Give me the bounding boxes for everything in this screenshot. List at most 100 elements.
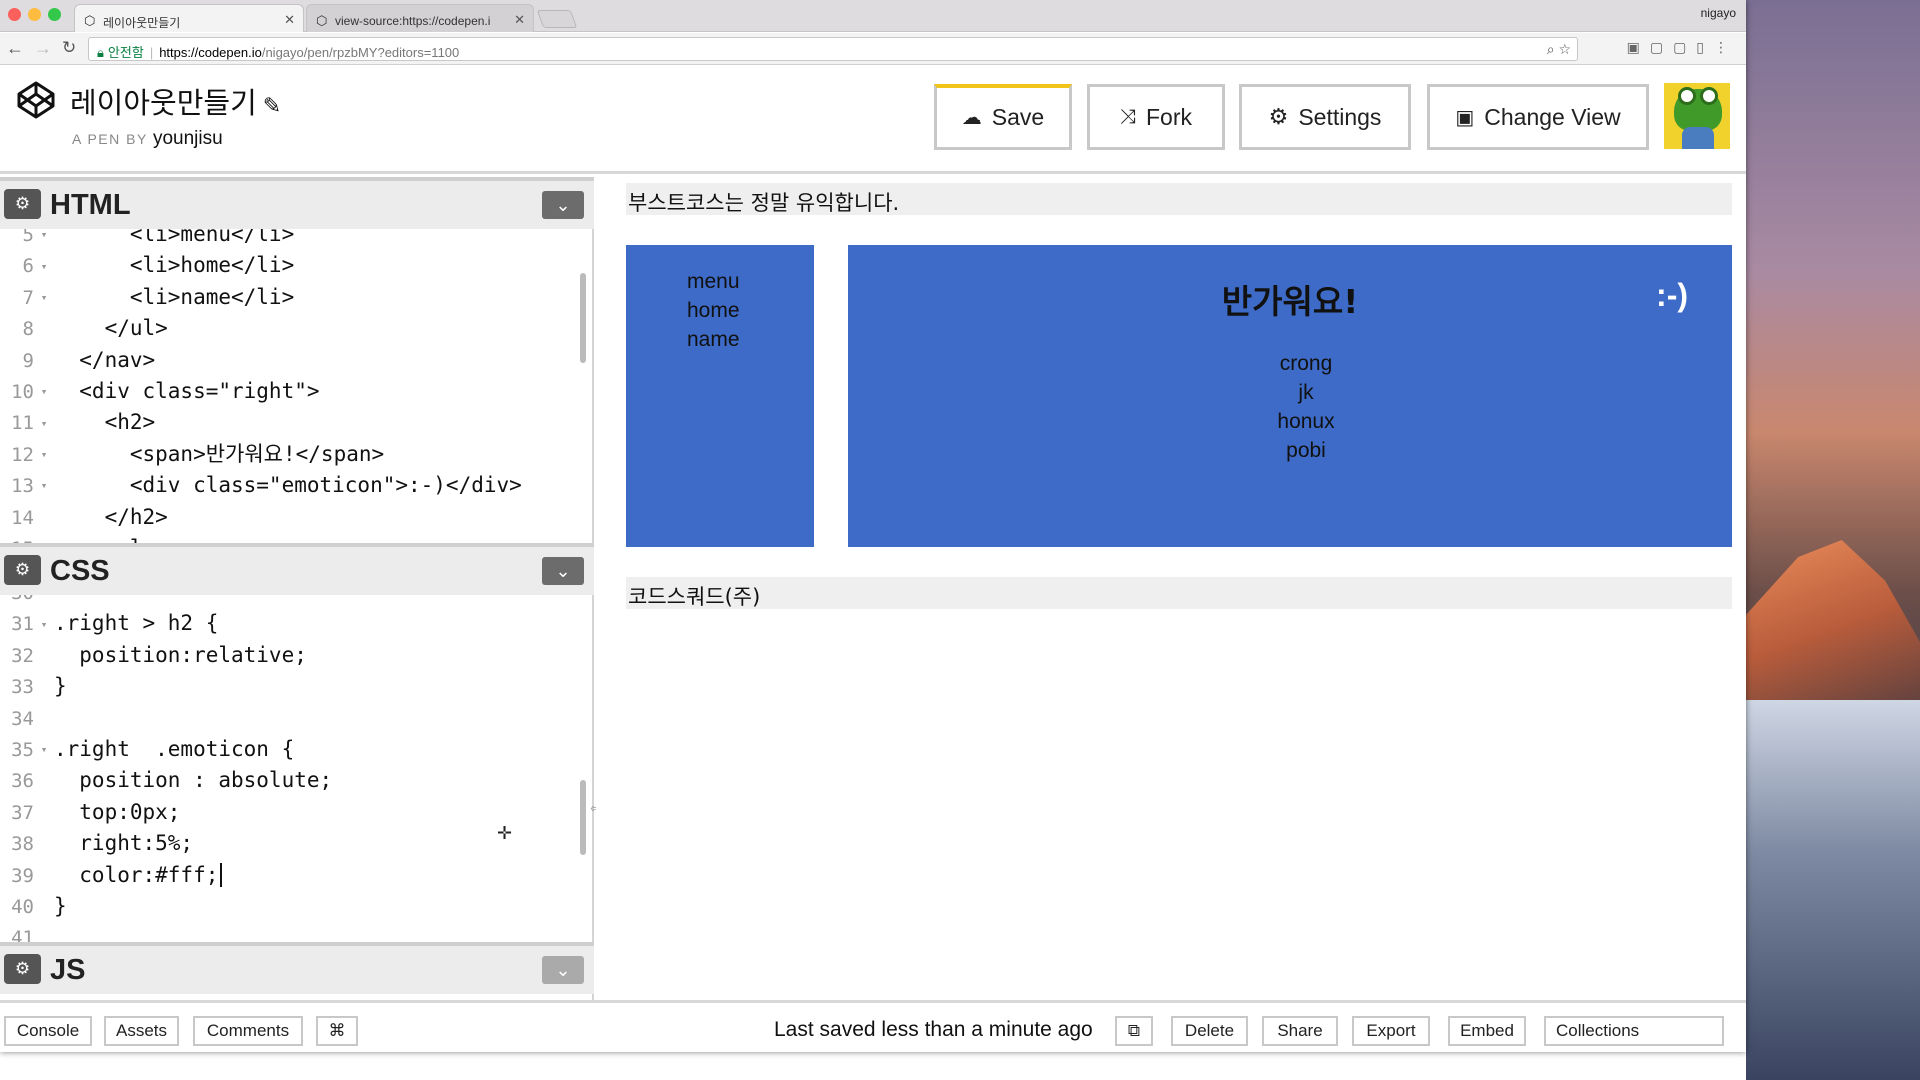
back-arrow-icon[interactable]: ← [6,38,24,59]
fork-button[interactable]: ⤨ Fork [1087,84,1225,150]
keyboard-shortcuts-button[interactable]: ⌘ [316,1016,358,1046]
fold-arrow-icon[interactable]: ▾ [34,609,54,640]
line-number: 36 [11,770,34,793]
css-editor-header[interactable]: ⚙ CSS ⌄ [0,543,594,595]
reload-icon[interactable]: ↻ [62,38,76,58]
console-button[interactable]: Console [4,1016,92,1046]
fold-arrow-icon[interactable]: ▾ [34,376,54,407]
export-button[interactable]: Export [1352,1016,1430,1046]
fold-arrow-icon[interactable]: ▾ [34,408,54,439]
change-view-button[interactable]: ▣ Change View [1427,84,1649,150]
code-line[interactable]: 10 ▾ <div class="right"> [0,376,584,407]
code-line[interactable]: 36 position : absolute; [0,765,584,796]
code-line[interactable]: 14 </h2> [0,502,584,533]
code-line[interactable]: 32 position:relative; [0,640,584,671]
collections-button[interactable]: Collections [1544,1016,1724,1046]
external-link-icon[interactable]: ⧉ [1115,1016,1153,1046]
css-code-editor[interactable]: 3031▾.right > h2 {32 position:relative;3… [0,595,584,943]
code-line[interactable]: 11 ▾ <h2> [0,407,584,438]
change-view-icon: ▣ [1455,106,1475,129]
code-line[interactable]: 8 </ul> [0,313,584,344]
code-line[interactable]: 40} [0,891,584,922]
line-number: 6 [22,255,34,278]
html-code-editor[interactable]: 5 ▾ <li>menu</li> 6 ▾ <li>home</li> 7 ▾ <li>n… [0,229,584,547]
save-button[interactable]: ☁ Save [934,84,1072,150]
code-line[interactable]: 35 ▾ .right .emoticon { [0,734,584,765]
fold-arrow-icon[interactable]: ▾ [34,282,54,313]
code-line[interactable]: 12 ▾ <span>반가워요!</span> [0,439,584,470]
line-number: 31 [11,613,34,636]
js-settings-gear-icon[interactable]: ⚙ [4,954,41,984]
profile-name[interactable]: nigayo [1701,6,1736,20]
close-window-button[interactable] [8,8,21,21]
code-line[interactable]: 13 ▾ <div class="emoticon">:-)</div> [0,470,584,501]
close-tab-icon[interactable]: ✕ [514,12,525,28]
preview-list-item: crong [1279,352,1333,375]
codepen-logo-icon[interactable] [16,80,56,120]
fold-arrow-icon[interactable]: ▾ [34,229,54,251]
line-number: 33 [11,676,34,699]
code-line[interactable]: 31 ▾ .right > h2 { [0,608,584,639]
address-bar[interactable]: 🔒︎ 안전함 | https://codepen.io/nigayo/pen/rpzb… [88,37,1578,61]
forward-arrow-icon[interactable]: → [34,38,52,59]
comments-button[interactable]: Comments [193,1016,303,1046]
avatar[interactable] [1664,83,1730,149]
code-text: position:relative; [54,642,307,667]
zoom-window-button[interactable] [48,8,61,21]
line-number: 5 [22,229,34,246]
preview-right-box: 반가워요! :-) crong jk honux pobi [848,245,1732,547]
code-line[interactable]: 39 color:#fff;​ [0,860,584,891]
avatar-eye [1678,87,1696,105]
mountain-snow [1746,700,1920,1080]
close-tab-icon[interactable]: ✕ [284,12,295,28]
code-text: } [54,893,67,918]
preview-nav-item: home [687,299,740,322]
code-line[interactable]: 34 [0,703,584,734]
fold-arrow-icon[interactable]: ▾ [34,470,54,501]
browser-window: ⬡ 레이아웃만들기 ✕ ⬡ view-source:https://codepe… [0,0,1746,1052]
code-text: </ul> [54,316,168,341]
delete-button[interactable]: Delete [1171,1016,1248,1046]
codepen-footer: Console Assets Comments ⌘ Last saved les… [0,1000,1746,1052]
js-editor-header[interactable]: ⚙ JS ⌄ [0,942,594,994]
code-line[interactable]: 30 [0,595,584,608]
code-text: <li>name</li> [54,284,295,309]
new-tab-button[interactable] [536,10,578,28]
code-line[interactable]: 33} [0,671,584,702]
fold-arrow-icon[interactable]: ▾ [34,734,54,765]
html-scrollbar[interactable] [580,273,586,363]
tab-view-source[interactable]: ⬡ view-source:https://codepen.i ✕ [306,4,534,32]
zoom-icon[interactable]: ⌕ ☆ [1547,41,1571,58]
share-button[interactable]: Share [1262,1016,1338,1046]
preview-list: crong jk honux pobi [848,349,1732,465]
chevron-down-icon[interactable]: ⌄ [542,191,584,219]
html-editor-header[interactable]: ⚙ HTML ⌄ [0,177,594,229]
assets-button[interactable]: Assets [104,1016,179,1046]
chevron-down-icon[interactable]: ⌄ [542,557,584,585]
tab-codepen[interactable]: ⬡ 레이아웃만들기 ✕ [74,4,304,32]
codepen-favicon-icon: ⬡ [84,13,96,28]
pen-title[interactable]: 레이아웃만들기 ✎ [70,80,281,122]
code-line[interactable]: 9 </nav> [0,345,584,376]
embed-button[interactable]: Embed [1448,1016,1526,1046]
css-scrollbar[interactable] [580,780,586,855]
codepen-header: 레이아웃만들기 ✎ A PEN BY younjisu ☁ Save ⤨ Fork ⚙… [0,66,1746,174]
code-line[interactable]: 41 [0,922,584,943]
css-settings-gear-icon[interactable]: ⚙ [4,555,41,585]
minimize-window-button[interactable] [28,8,41,21]
author-name[interactable]: younjisu [153,128,223,149]
preview-pane: 부스트코스는 정말 유익합니다. menu home name 반가워요! :-… [596,177,1746,1000]
settings-label: Settings [1298,103,1382,130]
extension-icons[interactable]: ▣▢▢▯⋮ [1627,39,1738,56]
code-line[interactable]: 7 ▾ <li>name</li> [0,282,584,313]
settings-button[interactable]: ⚙ Settings [1239,84,1411,150]
edit-pencil-icon[interactable]: ✎ [263,94,281,119]
change-view-label: Change View [1484,103,1621,130]
code-line[interactable]: 5 ▾ <li>menu</li> [0,229,584,250]
chevron-down-icon[interactable]: ⌄ [542,956,584,984]
code-line[interactable]: 6 ▾ <li>home</li> [0,250,584,281]
fold-arrow-icon[interactable]: ▾ [34,439,54,470]
html-settings-gear-icon[interactable]: ⚙ [4,189,41,219]
fold-arrow-icon[interactable]: ▾ [34,251,54,282]
code-text: position : absolute; [54,768,333,793]
